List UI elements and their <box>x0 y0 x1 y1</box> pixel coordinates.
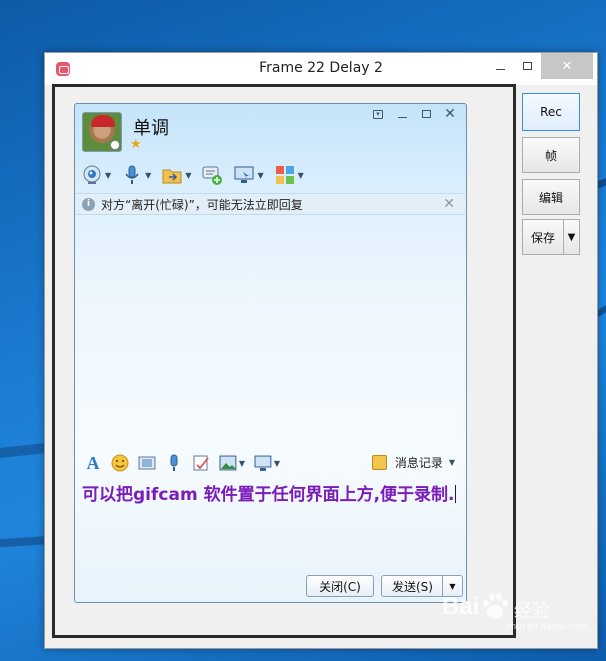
chevron-down-icon: ▼ <box>448 458 455 467</box>
file-transfer-button[interactable]: ▼ <box>161 164 191 186</box>
chevron-down-icon: ▼ <box>145 170 152 180</box>
maximize-icon <box>522 62 532 70</box>
baidu-watermark: Bai 经验 jingyan.baidu.com <box>442 593 587 633</box>
save-button[interactable]: 保存 ▼ <box>522 219 580 255</box>
message-history-button[interactable]: 消息记录 ▼ <box>371 454 455 471</box>
font-icon[interactable]: A <box>84 453 102 473</box>
menu-dropdown-icon: ▾ <box>373 109 383 119</box>
status-clock-icon <box>110 140 120 150</box>
qq-chat-window: 单调 ★ ▾ ✕ ▼ ▼ ▼ ▼ ▼ i 对方“离开(忙碌)”，可能无法立即回复… <box>74 103 467 603</box>
status-notice-bar: i 对方“离开(忙碌)”，可能无法立即回复 ✕ <box>76 193 465 215</box>
apps-icon <box>274 164 296 186</box>
qq-window-controls: ▾ ✕ <box>368 106 460 122</box>
apps-button[interactable]: ▼ <box>274 164 304 186</box>
chat-add-button[interactable] <box>201 164 223 186</box>
microphone-icon <box>121 164 143 186</box>
chevron-down-icon: ▼ <box>105 170 112 180</box>
baidu-logo: Bai <box>442 593 480 620</box>
qq-close-button[interactable]: ✕ <box>440 106 460 122</box>
webcam-icon <box>81 164 103 186</box>
message-input[interactable]: 可以把gifcam 软件置于任何界面上方,便于录制. <box>76 476 465 572</box>
text-cursor <box>454 485 456 503</box>
message-history-label: 消息记录 <box>394 456 443 470</box>
file-transfer-icon <box>161 164 183 186</box>
qq-bottom-bar: 关闭(C) 发送(S) ▼ <box>76 572 465 602</box>
info-icon: i <box>82 197 95 211</box>
close-button[interactable]: ✕ <box>541 53 593 79</box>
close-icon[interactable]: ✕ <box>443 196 455 212</box>
history-icon <box>371 455 387 470</box>
close-icon: ✕ <box>561 58 573 74</box>
chevron-down-icon: ▼ <box>297 170 304 180</box>
screenshot-icon[interactable]: ▼ <box>254 454 280 472</box>
status-notice-text: 对方“离开(忙碌)”，可能无法立即回复 <box>101 197 303 212</box>
minimize-icon <box>495 68 505 70</box>
webcam-button[interactable]: ▼ <box>81 164 111 186</box>
chevron-down-icon: ▼ <box>257 170 264 180</box>
chevron-down-icon: ▼ <box>185 170 192 180</box>
watermark-url: jingyan.baidu.com <box>506 621 588 631</box>
image-icon[interactable]: ▼ <box>219 454 245 472</box>
message-input-text: 可以把gifcam 软件置于任何界面上方,便于录制. <box>82 485 455 505</box>
minimize-button[interactable] <box>486 53 514 79</box>
maximize-button[interactable] <box>513 53 541 79</box>
qq-maximize-button[interactable] <box>416 106 436 122</box>
contact-avatar[interactable] <box>82 112 122 152</box>
chevron-down-icon: ▼ <box>273 458 280 468</box>
microphone-button[interactable]: ▼ <box>121 164 151 186</box>
chat-add-icon <box>201 164 223 186</box>
chevron-down-icon: ▼ <box>238 458 245 468</box>
screen-share-icon <box>233 164 255 186</box>
save-button-label: 保存 <box>531 230 556 245</box>
save-dropdown-arrow-icon[interactable]: ▼ <box>563 220 579 254</box>
baidu-paw-icon <box>483 593 508 619</box>
screen-share-button[interactable]: ▼ <box>233 164 264 186</box>
maximize-icon <box>421 110 431 118</box>
watermark-text: 经验 <box>514 601 550 621</box>
send-button-label: 发送(S) <box>392 579 433 594</box>
voice-icon[interactable] <box>165 454 183 472</box>
message-history-area[interactable] <box>76 216 465 450</box>
input-toolbar: A ▼ ▼ 消息记录 ▼ <box>76 451 465 475</box>
film-icon[interactable] <box>138 454 156 472</box>
qq-menu-button[interactable]: ▾ <box>368 106 388 122</box>
edit-button[interactable]: 编辑 <box>522 179 580 215</box>
note-icon[interactable] <box>192 454 210 472</box>
close-chat-button[interactable]: 关闭(C) <box>306 575 374 597</box>
qq-minimize-button[interactable] <box>392 106 412 122</box>
emoji-icon[interactable] <box>111 454 129 472</box>
rec-button[interactable]: Rec <box>522 93 580 131</box>
gifcam-titlebar[interactable]: Frame 22 Delay 2 ✕ <box>45 53 597 85</box>
qq-main-toolbar: ▼ ▼ ▼ ▼ ▼ <box>81 164 314 186</box>
minimize-icon <box>397 116 407 118</box>
frame-button[interactable]: 帧 <box>522 137 580 173</box>
star-icon[interactable]: ★ <box>130 137 142 152</box>
